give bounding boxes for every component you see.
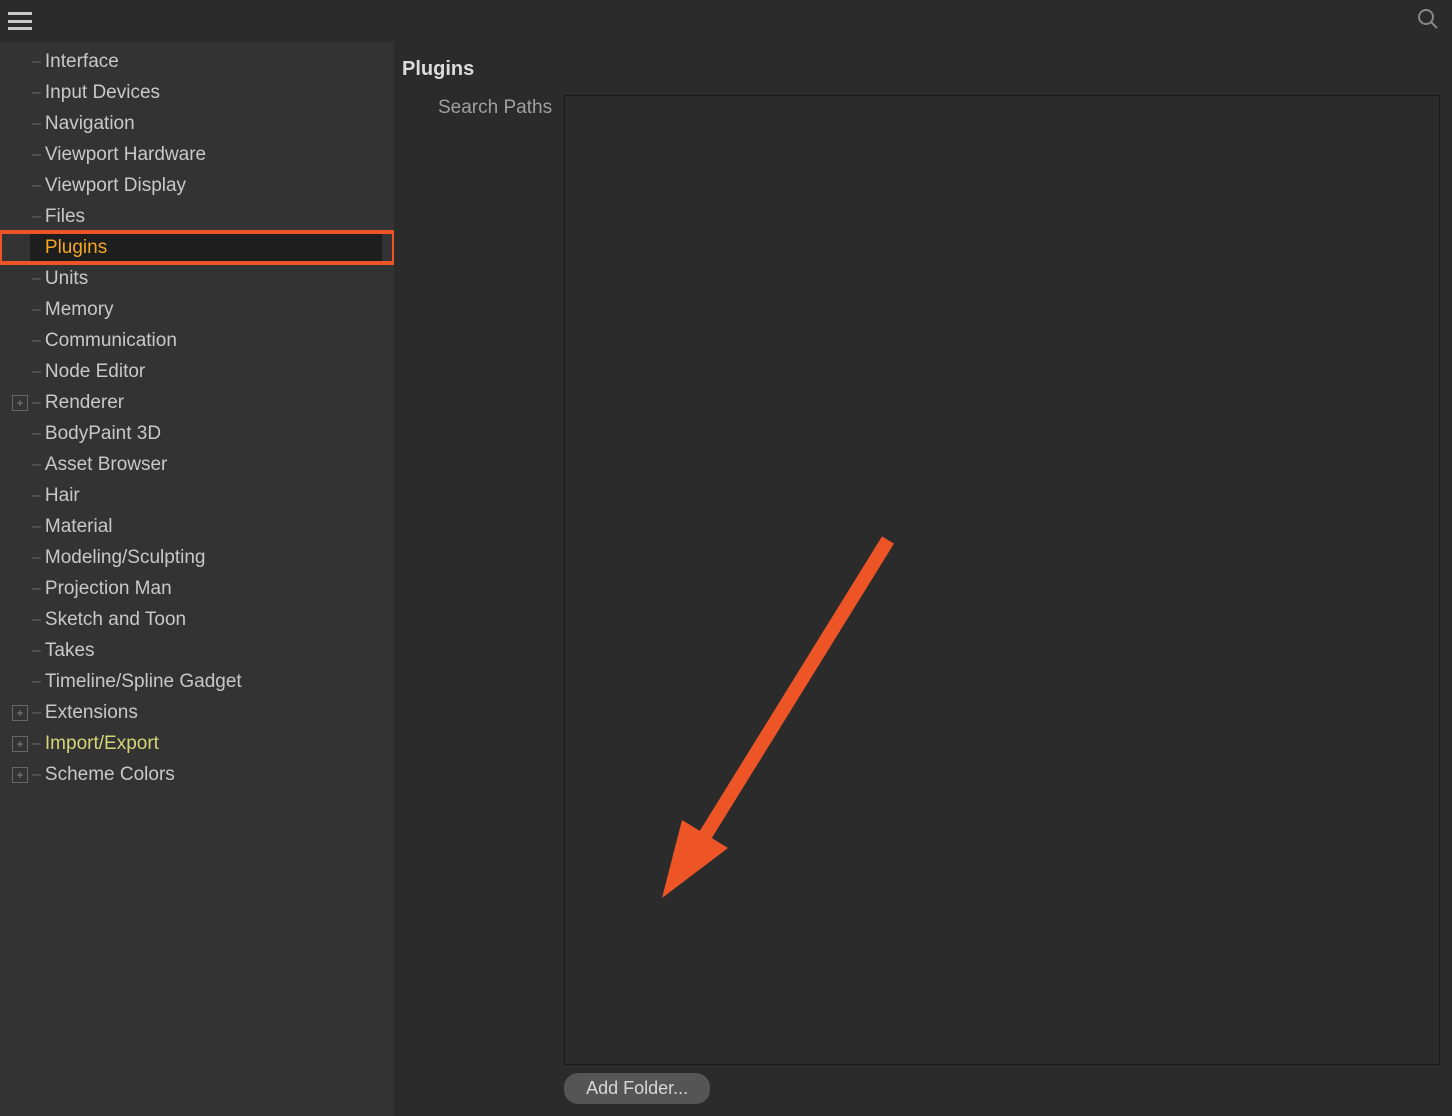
sidebar-item-plugins[interactable]: –Plugins	[0, 232, 394, 263]
tree-dash: –	[32, 332, 41, 350]
tree-dash: –	[32, 301, 41, 319]
tree-dash: –	[32, 115, 41, 133]
tree-dash: –	[32, 735, 41, 753]
sidebar-item-material[interactable]: –Material	[0, 511, 394, 542]
sidebar-item-label: Sketch and Toon	[45, 609, 186, 631]
preferences-sidebar: –Interface–Input Devices–Navigation–View…	[0, 42, 394, 1116]
expand-icon[interactable]: +	[12, 767, 28, 783]
expand-icon[interactable]: +	[12, 705, 28, 721]
tree-dash: –	[32, 270, 41, 288]
sidebar-item-bodypaint-3d[interactable]: –BodyPaint 3D	[0, 418, 394, 449]
sidebar-item-navigation[interactable]: –Navigation	[0, 108, 394, 139]
sidebar-item-label: Extensions	[45, 702, 138, 724]
sidebar-item-label: Modeling/Sculpting	[45, 547, 206, 569]
sidebar-item-label: Plugins	[45, 237, 107, 259]
expand-icon[interactable]: +	[12, 736, 28, 752]
tree-dash: –	[32, 642, 41, 660]
sidebar-item-import-export[interactable]: +–Import/Export	[0, 728, 394, 759]
sidebar-item-viewport-hardware[interactable]: –Viewport Hardware	[0, 139, 394, 170]
sidebar-item-node-editor[interactable]: –Node Editor	[0, 356, 394, 387]
tree-dash: –	[32, 611, 41, 629]
sidebar-item-scheme-colors[interactable]: +–Scheme Colors	[0, 759, 394, 790]
add-folder-button[interactable]: Add Folder...	[564, 1073, 710, 1104]
sidebar-item-communication[interactable]: –Communication	[0, 325, 394, 356]
sidebar-item-takes[interactable]: –Takes	[0, 635, 394, 666]
expand-icon[interactable]: +	[12, 395, 28, 411]
sidebar-item-extensions[interactable]: +–Extensions	[0, 697, 394, 728]
sidebar-item-viewport-display[interactable]: –Viewport Display	[0, 170, 394, 201]
sidebar-item-label: Communication	[45, 330, 177, 352]
tree-dash: –	[32, 487, 41, 505]
tree-dash: –	[32, 766, 41, 784]
sidebar-item-label: Units	[45, 268, 88, 290]
tree-dash: –	[32, 363, 41, 381]
search-paths-listbox[interactable]	[564, 95, 1440, 1065]
sidebar-item-label: Import/Export	[45, 733, 159, 755]
sidebar-item-label: Input Devices	[45, 82, 160, 104]
tree-dash: –	[32, 208, 41, 226]
sidebar-item-label: Memory	[45, 299, 114, 321]
sidebar-item-files[interactable]: –Files	[0, 201, 394, 232]
sidebar-item-label: Timeline/Spline Gadget	[45, 671, 242, 693]
sidebar-item-label: Navigation	[45, 113, 135, 135]
tree-dash: –	[32, 673, 41, 691]
content-panel: Plugins Search Paths Add Folder...	[394, 42, 1452, 1116]
sidebar-item-label: Asset Browser	[45, 454, 167, 476]
tree-dash: –	[32, 394, 41, 412]
sidebar-item-label: Projection Man	[45, 578, 172, 600]
tree-dash: –	[32, 146, 41, 164]
sidebar-item-label: Hair	[45, 485, 80, 507]
sidebar-item-units[interactable]: –Units	[0, 263, 394, 294]
sidebar-item-renderer[interactable]: +–Renderer	[0, 387, 394, 418]
sidebar-item-label: Scheme Colors	[45, 764, 175, 786]
sidebar-item-projection-man[interactable]: –Projection Man	[0, 573, 394, 604]
hamburger-menu-icon[interactable]	[8, 12, 32, 30]
tree-dash: –	[32, 177, 41, 195]
sidebar-item-label: Node Editor	[45, 361, 145, 383]
sidebar-item-memory[interactable]: –Memory	[0, 294, 394, 325]
sidebar-item-label: Renderer	[45, 392, 124, 414]
sidebar-item-label: Files	[45, 206, 85, 228]
tree-dash: –	[32, 425, 41, 443]
tree-dash: –	[32, 53, 41, 71]
sidebar-item-label: Takes	[45, 640, 95, 662]
sidebar-item-modeling-sculpting[interactable]: –Modeling/Sculpting	[0, 542, 394, 573]
sidebar-item-label: Interface	[45, 51, 119, 73]
main-area: –Interface–Input Devices–Navigation–View…	[0, 42, 1452, 1116]
search-icon[interactable]	[1416, 7, 1444, 36]
tree-dash: –	[32, 704, 41, 722]
sidebar-item-timeline-spline-gadget[interactable]: –Timeline/Spline Gadget	[0, 666, 394, 697]
sidebar-item-hair[interactable]: –Hair	[0, 480, 394, 511]
field-content: Add Folder...	[564, 95, 1440, 1104]
top-bar	[0, 0, 1452, 42]
tree-dash: –	[32, 456, 41, 474]
sidebar-item-asset-browser[interactable]: –Asset Browser	[0, 449, 394, 480]
sidebar-item-sketch-and-toon[interactable]: –Sketch and Toon	[0, 604, 394, 635]
sidebar-item-input-devices[interactable]: –Input Devices	[0, 77, 394, 108]
tree-dash: –	[32, 84, 41, 102]
tree-dash: –	[32, 518, 41, 536]
tree-dash: –	[32, 549, 41, 567]
sidebar-item-label: BodyPaint 3D	[45, 423, 161, 445]
sidebar-item-label: Viewport Hardware	[45, 144, 206, 166]
sidebar-item-label: Material	[45, 516, 113, 538]
tree-dash: –	[32, 580, 41, 598]
panel-title: Plugins	[402, 58, 1440, 81]
search-paths-label: Search Paths	[402, 95, 564, 1104]
sidebar-item-label: Viewport Display	[45, 175, 186, 197]
sidebar-item-interface[interactable]: –Interface	[0, 46, 394, 77]
content-body: Search Paths Add Folder...	[402, 95, 1440, 1104]
